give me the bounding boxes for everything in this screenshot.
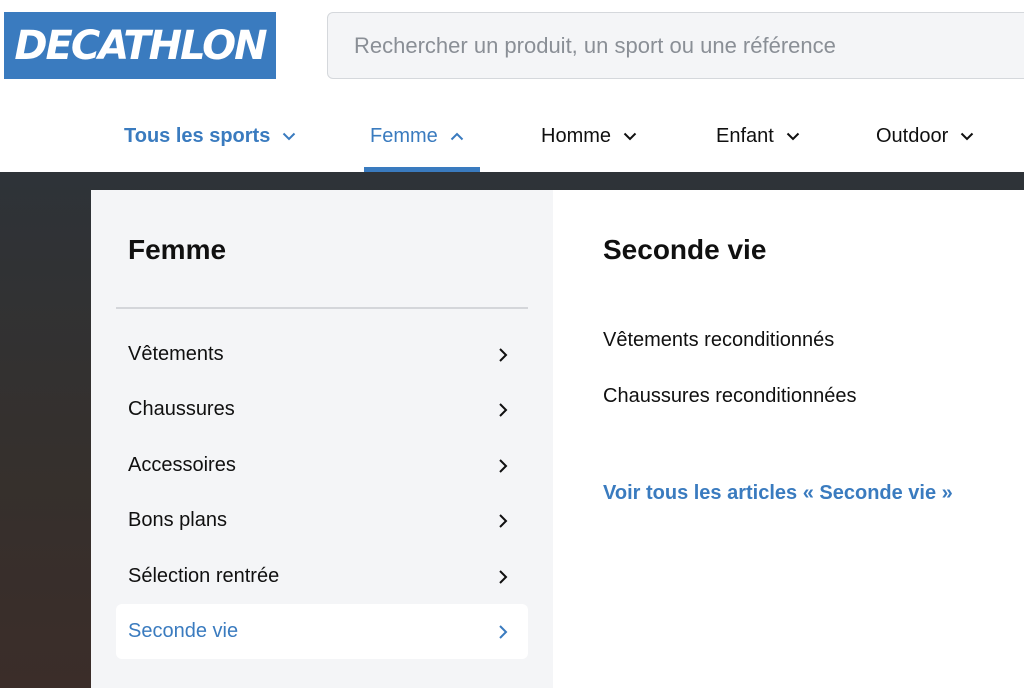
chevron-down-icon (623, 132, 637, 141)
chevron-down-icon (282, 132, 296, 141)
nav-item-label: Homme (541, 124, 612, 147)
menu-item-label: Bons plans (128, 509, 227, 531)
menu-item-label: Sélection rentrée (128, 565, 280, 587)
nav-item-homme[interactable]: Homme (541, 100, 637, 172)
category-title: Femme (128, 234, 227, 265)
divider (116, 307, 528, 309)
menu-item-selection-rentree[interactable]: Sélection rentrée (116, 549, 528, 604)
category-column: Femme Vêtements Chaussures Accessoires B… (91, 190, 553, 688)
chevron-up-icon (450, 132, 464, 141)
chevron-down-icon (786, 132, 800, 141)
chevron-down-icon (960, 132, 974, 141)
menu-item-label: Seconde vie (128, 620, 239, 642)
link-vetements-reconditionnes[interactable]: Vêtements reconditionnés (603, 329, 834, 352)
nav-item-label: Enfant (716, 124, 774, 147)
nav-item-outdoor[interactable]: Outdoor (876, 100, 974, 172)
chevron-right-icon (498, 569, 508, 585)
subcategory-title: Seconde vie (603, 234, 767, 265)
logo-text: DECATHLON (14, 22, 267, 69)
menu-item-label: Accessoires (128, 454, 236, 476)
search-input[interactable] (352, 31, 1024, 60)
menu-item-chaussures[interactable]: Chaussures (116, 382, 528, 437)
nav-item-enfant[interactable]: Enfant (716, 100, 800, 172)
see-all-link[interactable]: Voir tous les articles « Seconde vie » (603, 482, 953, 505)
nav-item-label: Femme (370, 124, 438, 147)
decathlon-logo[interactable]: DECATHLON (4, 12, 276, 79)
menu-item-label: Vêtements (128, 343, 224, 365)
chevron-right-icon (498, 347, 508, 363)
chevron-right-icon (498, 513, 508, 529)
nav-item-label: Tous les sports (124, 124, 271, 147)
search-bar[interactable] (327, 12, 1024, 79)
nav-item-label: Outdoor (876, 124, 949, 147)
chevron-right-icon (498, 458, 508, 474)
menu-item-accessoires[interactable]: Accessoires (116, 438, 528, 493)
menu-item-bons-plans[interactable]: Bons plans (116, 493, 528, 548)
chevron-right-icon (498, 402, 508, 418)
menu-item-label: Chaussures (128, 398, 235, 420)
mega-menu: Femme Vêtements Chaussures Accessoires B… (91, 190, 1024, 688)
main-nav: Tous les sports Femme Homme Enfant Outdo… (0, 100, 1024, 172)
menu-item-vetements[interactable]: Vêtements (116, 327, 528, 382)
menu-item-seconde-vie[interactable]: Seconde vie (116, 604, 528, 659)
chevron-right-icon (498, 624, 508, 640)
link-chaussures-reconditionnees[interactable]: Chaussures reconditionnées (603, 385, 857, 408)
nav-item-tous-les-sports[interactable]: Tous les sports (124, 100, 296, 172)
nav-item-femme[interactable]: Femme (370, 100, 464, 172)
subcategory-column: Seconde vie Vêtements reconditionnés Cha… (553, 190, 1024, 688)
